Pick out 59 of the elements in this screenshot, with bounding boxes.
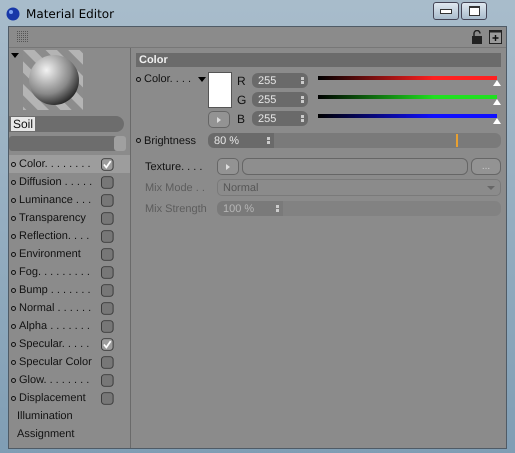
channel-item[interactable]: Color. . . . . . . . [9,155,130,173]
channel-label: R [237,74,247,88]
channel-item[interactable]: Environment [9,245,130,263]
channel-checkbox[interactable] [101,320,114,332]
channel-item[interactable]: Transparency [9,209,130,227]
channel-item[interactable]: Specular Color [9,353,130,371]
channel-label: G [237,92,248,106]
channel-item[interactable]: Reflection. . . . [9,227,130,245]
texture-label: Texture. . . . [145,160,202,172]
channel-checkbox[interactable] [101,356,114,368]
channel-item[interactable]: Luminance . . . [9,191,130,209]
sphere-icon [6,7,20,21]
channel-item[interactable]: Bump . . . . . . . [9,281,130,299]
channel-checkbox[interactable] [101,338,114,350]
color-swatch[interactable] [208,72,232,108]
brightness-label: Brightness [144,134,196,146]
color-label: Color. . . . [144,73,192,85]
channel-checkbox[interactable] [101,374,114,386]
channel-checkbox[interactable] [101,392,114,404]
channel-item[interactable]: Diffusion . . . . . [9,173,130,191]
slider-thumb[interactable] [493,80,501,86]
texture-field[interactable] [242,158,468,175]
play-button[interactable] [208,111,230,128]
channel-checkbox[interactable] [101,194,114,206]
play-button[interactable] [217,158,239,175]
channel-item[interactable]: Specular. . . . . [9,335,130,353]
value-field[interactable]: 255 [252,111,308,126]
channel-item[interactable]: Fog. . . . . . . . . [9,263,130,281]
slider-thumb[interactable] [493,118,501,124]
channel-item[interactable]: Alpha . . . . . . . [9,317,130,335]
unlock-icon[interactable] [471,30,483,44]
channel-item[interactable]: Displacement [9,389,130,407]
value-field[interactable]: 255 [252,73,308,88]
channel-checkbox[interactable] [101,230,114,242]
grip-icon [17,31,29,43]
channel-checkbox[interactable] [101,248,114,260]
channel-checkbox[interactable] [101,302,114,314]
channel-item[interactable]: Glow. . . . . . . . [9,371,130,389]
menu-item[interactable]: Illumination [9,407,99,425]
value-field[interactable]: 255 [252,92,308,107]
channel-checkbox[interactable] [101,176,114,188]
maximize-button[interactable] [461,2,487,20]
channel-item[interactable]: Normal . . . . . . [9,299,130,317]
channel-label: B [237,112,246,126]
channel-checkbox[interactable] [101,284,114,296]
new-window-icon[interactable] [489,30,502,44]
channel-checkbox[interactable] [101,212,114,224]
window-title: Material Editor [26,7,114,21]
brightness-field[interactable]: 80 % [208,133,274,148]
channel-checkbox[interactable] [101,158,114,170]
slider-marker[interactable] [456,134,458,147]
material-name-field[interactable]: Soil [9,116,124,132]
slider-thumb[interactable] [493,98,501,104]
channel-checkbox[interactable] [101,266,114,278]
section-header: Color [136,53,501,67]
material-dropdown[interactable] [9,136,124,151]
menu-item[interactable]: Assignment [9,425,99,443]
material-preview [23,50,83,110]
minimize-button[interactable] [433,2,459,20]
